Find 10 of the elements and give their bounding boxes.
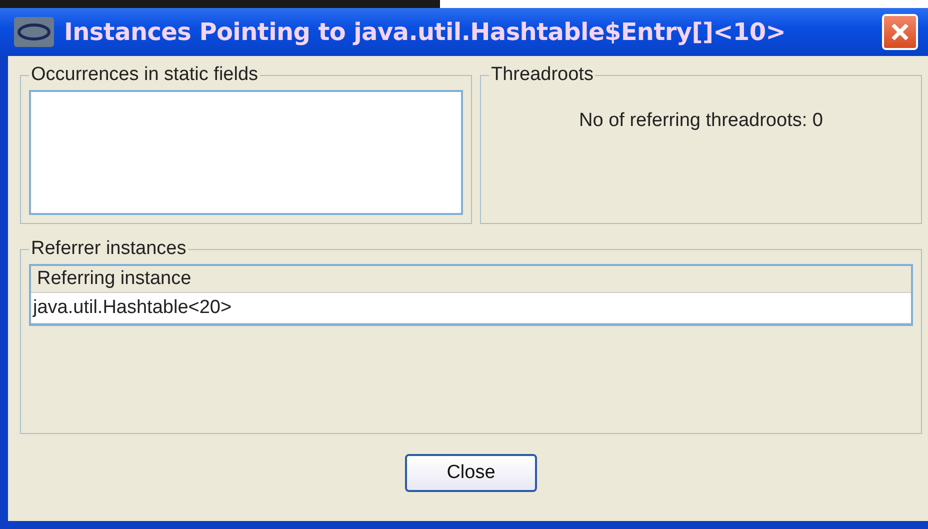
threadroots-count: No of referring threadroots: 0: [578, 110, 824, 132]
close-icon[interactable]: [882, 14, 918, 50]
static-fields-list[interactable]: [29, 90, 463, 215]
group-title: Threadroots: [490, 64, 594, 86]
table-row[interactable]: java.util.Hashtable<20>: [31, 293, 911, 324]
group-title: Referrer instances: [30, 238, 188, 260]
window-title: Instances Pointing to java.util.Hashtable$Entry[]<10>: [64, 18, 787, 46]
group-title: Occurrences in static fields: [30, 64, 260, 86]
app-icon: [14, 17, 54, 47]
close-button[interactable]: Close: [405, 454, 537, 492]
